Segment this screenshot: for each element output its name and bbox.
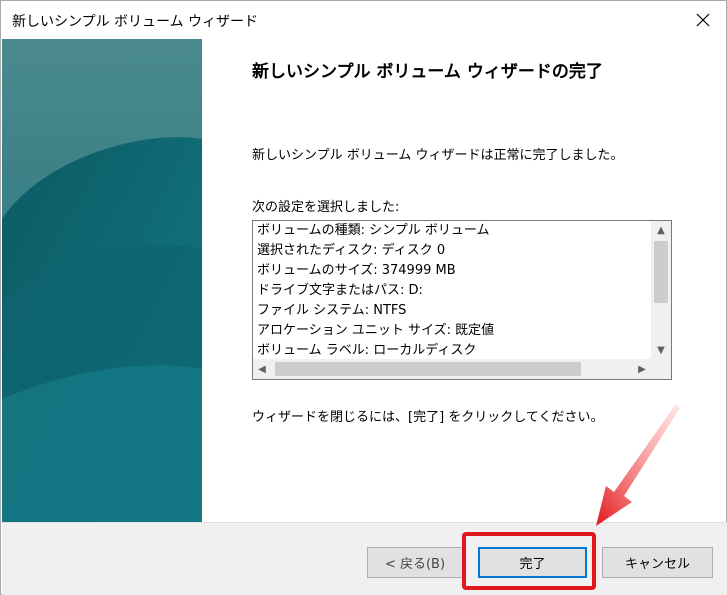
close-icon xyxy=(696,13,710,27)
horizontal-scrollbar[interactable]: ◀ ▶ xyxy=(253,359,651,379)
scroll-down-icon[interactable]: ▼ xyxy=(651,341,671,359)
close-button[interactable] xyxy=(680,1,726,39)
page-title: 新しいシンプル ボリューム ウィザードの完了 xyxy=(252,62,603,82)
vertical-scrollbar[interactable]: ▲ ▼ xyxy=(651,221,671,359)
finish-highlight-box xyxy=(462,532,596,590)
back-button[interactable]: < 戻る(B) xyxy=(367,547,463,578)
settings-list: ボリュームの種類: シンプル ボリューム 選択されたディスク: ディスク 0 ボ… xyxy=(253,221,651,359)
window-title: 新しいシンプル ボリューム ウィザード xyxy=(12,14,259,30)
horizontal-scroll-thumb[interactable] xyxy=(275,362,581,376)
success-message: 新しいシンプル ボリューム ウィザードは正常に完了しました。 xyxy=(252,148,624,163)
cancel-button[interactable]: キャンセル xyxy=(602,547,713,578)
list-item: アロケーション ユニット サイズ: 既定値 xyxy=(257,323,495,338)
pointer-arrow-icon xyxy=(596,404,680,526)
scroll-up-icon[interactable]: ▲ xyxy=(651,221,671,239)
settings-label: 次の設定を選択しました: xyxy=(252,200,400,215)
wizard-side-graphic xyxy=(2,39,202,522)
vertical-scroll-thumb[interactable] xyxy=(654,241,668,303)
button-bar: < 戻る(B) 完了 キャンセル xyxy=(2,522,727,595)
close-instruction: ウィザードを閉じるには、[完了] をクリックしてください。 xyxy=(252,410,604,425)
scroll-corner xyxy=(651,359,671,379)
title-bar: 新しいシンプル ボリューム ウィザード xyxy=(1,1,726,39)
list-item: ファイル システム: NTFS xyxy=(257,303,407,318)
list-item: ボリュームのサイズ: 374999 MB xyxy=(257,263,456,278)
list-item: ドライブ文字またはパス: D: xyxy=(257,283,423,298)
list-item: ボリューム ラベル: ローカルディスク xyxy=(257,343,477,358)
settings-listbox[interactable]: ボリュームの種類: シンプル ボリューム 選択されたディスク: ディスク 0 ボ… xyxy=(252,220,672,380)
list-item: 選択されたディスク: ディスク 0 xyxy=(257,243,446,258)
scroll-right-icon[interactable]: ▶ xyxy=(633,359,651,379)
list-item: ボリュームの種類: シンプル ボリューム xyxy=(257,223,490,238)
scroll-left-icon[interactable]: ◀ xyxy=(253,359,271,379)
